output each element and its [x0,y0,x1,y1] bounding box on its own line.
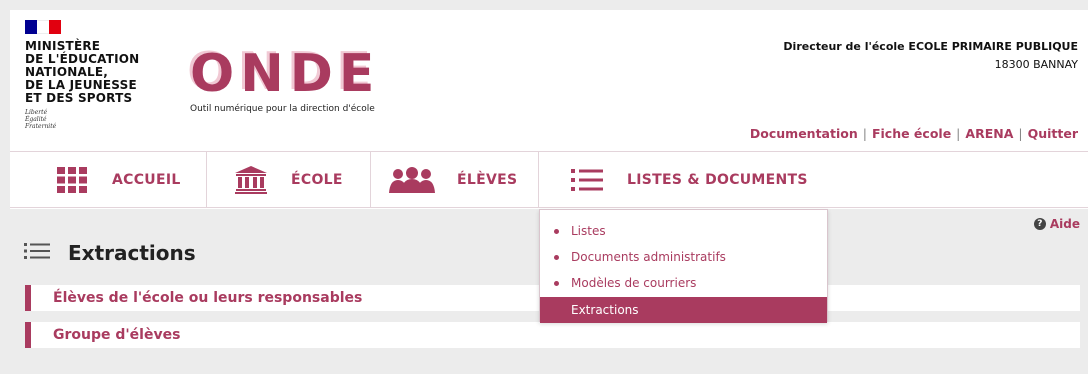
help-icon: ? [1033,218,1046,230]
students-group-icon [389,165,435,195]
nav-label: LISTES & DOCUMENTS [627,171,808,188]
nav-item-ecole[interactable]: ÉCOLE [207,152,371,207]
page-header: Extractions [24,241,196,265]
app-subtitle: Outil numérique pour la direction d'écol… [190,104,375,114]
dropdown-item-documents-administratifs[interactable]: Documents administratifs [540,244,827,270]
nav-item-listes-documents[interactable]: LISTES & DOCUMENTS [539,152,1088,207]
french-flag-icon [25,20,61,34]
dropdown-item-modeles-courriers[interactable]: Modèles de courriers [540,270,827,296]
school-building-icon [233,165,269,195]
nav-item-accueil[interactable]: ACCUEIL [10,152,207,207]
list-icon [569,165,605,195]
grid-icon [54,165,90,195]
bullet-icon [554,280,559,286]
page-title: Extractions [68,241,196,265]
fiche-ecole-link[interactable]: Fiche école [872,126,951,141]
dropdown-item-listes[interactable]: Listes [540,218,827,244]
nav-label: ACCUEIL [112,171,181,188]
director-label: Directeur de l'école ECOLE PRIMAIRE PUBL… [783,40,1078,53]
director-location: 18300 BANNAY [994,58,1078,71]
republic-motto: Liberté Égalité Fraternité [25,109,57,130]
documentation-link[interactable]: Documentation [750,126,858,141]
nav-label: ÉLÈVES [457,171,518,188]
ministry-name: MINISTÈRE DE L'ÉDUCATION NATIONALE, DE L… [25,39,140,105]
quitter-link[interactable]: Quitter [1028,126,1078,141]
top-links: Documentation | Fiche école | ARENA | Quitter [749,126,1078,141]
bullet-icon [554,228,559,234]
bullet-icon [554,254,559,260]
ministry-logo: MINISTÈRE DE L'ÉDUCATION NATIONALE, DE L… [25,20,139,130]
extraction-row-groupe-eleves[interactable]: Groupe d'élèves [25,322,1080,348]
dropdown-item-extractions[interactable]: Extractions [540,297,827,323]
arena-link[interactable]: ARENA [965,126,1013,141]
listes-documents-dropdown: Listes Documents administratifs Modèles … [539,209,828,323]
user-info: Directeur de l'école ECOLE PRIMAIRE PUBL… [783,38,1078,74]
nav-label: ÉCOLE [291,171,343,188]
main-nav: ACCUEIL ÉCOLE ÉLÈVES LISTES & DOCUMENTS [10,152,1088,208]
app-title: ONDE [190,44,381,104]
list-icon [24,242,50,264]
help-link[interactable]: ? Aide [1033,217,1080,231]
page: MINISTÈRE DE L'ÉDUCATION NATIONALE, DE L… [10,10,1088,374]
app-logo[interactable]: ONDE Outil numérique pour la direction d… [190,48,380,114]
nav-item-eleves[interactable]: ÉLÈVES [371,152,539,207]
header: MINISTÈRE DE L'ÉDUCATION NATIONALE, DE L… [10,10,1088,152]
